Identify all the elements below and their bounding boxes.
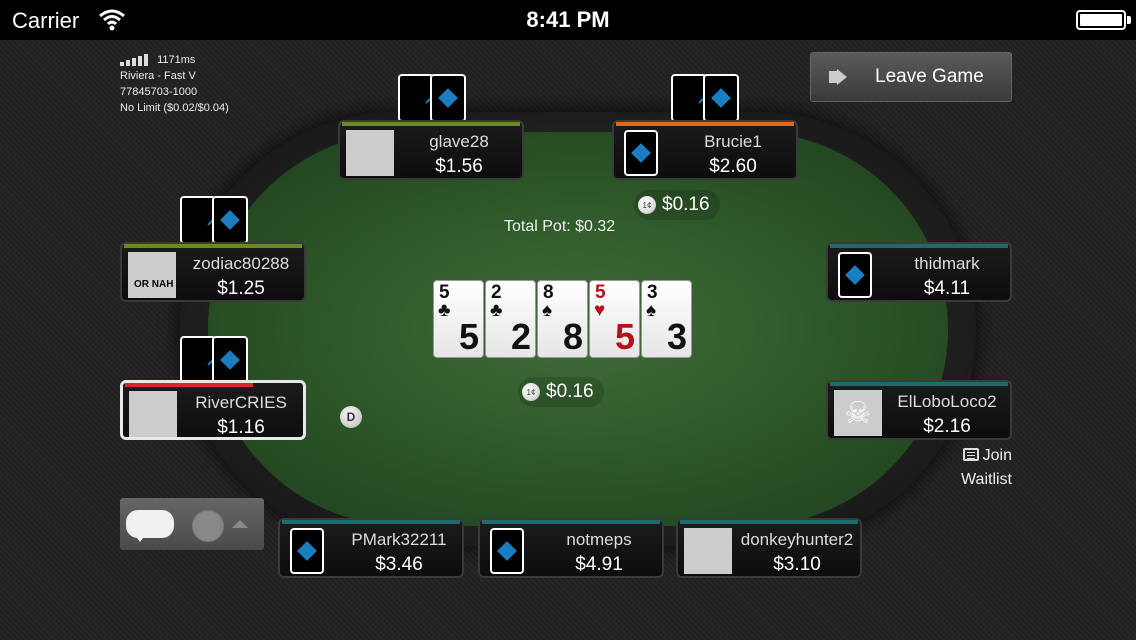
player-stack: $4.91 [575, 554, 623, 575]
game-id: 77845703-1000 [120, 86, 198, 98]
waitlist-line1: Join [982, 447, 1012, 464]
board-card: 5 ♥ 5 [589, 280, 640, 358]
seat-glave28[interactable]: glave28 $1.56 [338, 120, 524, 180]
seat-notmeps[interactable]: notmeps $4.91 [478, 518, 664, 578]
seat-donkeyhunter2[interactable]: donkeyhunter2 $3.10 [676, 518, 862, 578]
opponent-card [671, 74, 707, 122]
player-name: ElLoboLoco2 [897, 392, 997, 411]
bet-amount: $0.16 [662, 194, 710, 215]
opponent-card [703, 74, 739, 122]
clock: 8:41 PM [526, 7, 610, 32]
player-name: glave28 [429, 132, 489, 151]
table-info: 1171ms Riviera - Fast V 77845703-1000 No… [120, 52, 229, 116]
seat-timer-bar [124, 244, 302, 248]
seat-zodiac80288[interactable]: OR NAH zodiac80288 $1.25 [120, 242, 306, 302]
seat-timer-bar [342, 122, 520, 126]
seat-rivercries[interactable]: RiverCRIES $1.16 [120, 380, 306, 440]
seat-timer-bar [830, 244, 1008, 248]
list-icon [962, 448, 979, 461]
bet-brucie1: 1¢ $0.16 [634, 190, 720, 220]
battery-tip [1127, 16, 1131, 24]
leave-icon [829, 69, 851, 85]
table-name: Riviera - Fast V [120, 70, 196, 82]
latency-label: 1171ms [157, 54, 196, 66]
opponent-card [398, 74, 434, 122]
seat-ellobololoco2[interactable]: ☠ ElLoboLoco2 $2.16 [826, 380, 1012, 440]
player-name: Brucie1 [704, 132, 762, 151]
player-stack: $1.25 [217, 278, 265, 299]
emoji-icon[interactable] [192, 510, 224, 542]
signal-icon [120, 54, 150, 67]
leave-game-label: Leave Game [875, 66, 984, 87]
chip-icon: 1¢ [522, 383, 540, 401]
avatar [684, 528, 732, 574]
waitlist-line2: Waitlist [961, 471, 1012, 488]
player-stack: $2.16 [923, 416, 971, 437]
player-name: PMark32211 [351, 530, 447, 549]
seat-thidmark[interactable]: thidmark $4.11 [826, 242, 1012, 302]
opponent-card [430, 74, 466, 122]
seat-brucie1[interactable]: Brucie1 $2.60 [612, 120, 798, 180]
stakes-label: No Limit ($0.02/$0.04) [120, 102, 229, 114]
player-name: notmeps [566, 530, 632, 549]
opponent-card [212, 196, 248, 244]
player-name: thidmark [914, 254, 980, 273]
board-card: 5 ♣ 5 [433, 280, 484, 358]
player-name: donkeyhunter2 [740, 530, 854, 549]
bet-center: 1¢ $0.16 [518, 377, 604, 407]
join-waitlist-button[interactable]: Join Waitlist [950, 444, 1012, 492]
board-card: 3 ♠ 3 [641, 280, 692, 358]
player-stack: $4.11 [923, 278, 971, 299]
card-back-icon [838, 252, 872, 298]
seat-timer-bar [830, 382, 1008, 386]
avatar: OR NAH [128, 252, 176, 298]
player-stack: $1.56 [435, 156, 483, 177]
board-card: 2 ♣ 2 [485, 280, 536, 358]
player-stack: $3.10 [773, 554, 821, 575]
avatar [129, 391, 177, 437]
dealer-button: D [340, 406, 362, 428]
status-bar: Carrier 8:41 PM [0, 0, 1136, 40]
chat-panel[interactable] [120, 498, 264, 550]
leave-game-button[interactable]: Leave Game [810, 52, 1012, 102]
chat-bubble-tail [134, 534, 146, 542]
chip-icon: 1¢ [638, 196, 656, 214]
bet-amount: $0.16 [546, 381, 594, 402]
player-name: RiverCRIES [195, 393, 287, 412]
seat-timer-bar [282, 520, 460, 524]
total-pot-label: Total Pot: $0.32 [504, 218, 616, 235]
opponent-card [212, 336, 248, 384]
seat-timer-bar [482, 520, 660, 524]
avatar-text: OR NAH [134, 279, 174, 290]
battery-icon [1076, 10, 1126, 30]
opponent-card [180, 196, 216, 244]
player-stack: $2.60 [709, 156, 757, 177]
seat-timer-bar [680, 520, 858, 524]
board-card: 8 ♠ 8 [537, 280, 588, 358]
player-name: zodiac80288 [192, 254, 290, 273]
card-back-icon [490, 528, 524, 574]
player-stack: $1.16 [217, 417, 265, 438]
seat-pmark32211[interactable]: PMark32211 $3.46 [278, 518, 464, 578]
card-back-icon [290, 528, 324, 574]
player-stack: $3.46 [375, 554, 423, 575]
seat-timer-bar [616, 122, 794, 126]
chevron-up-icon[interactable] [232, 520, 248, 528]
seat-timer-bar [125, 383, 253, 387]
opponent-card [180, 336, 216, 384]
avatar [346, 130, 394, 176]
card-back-icon [624, 130, 658, 176]
skull-icon: ☠ [834, 390, 882, 436]
